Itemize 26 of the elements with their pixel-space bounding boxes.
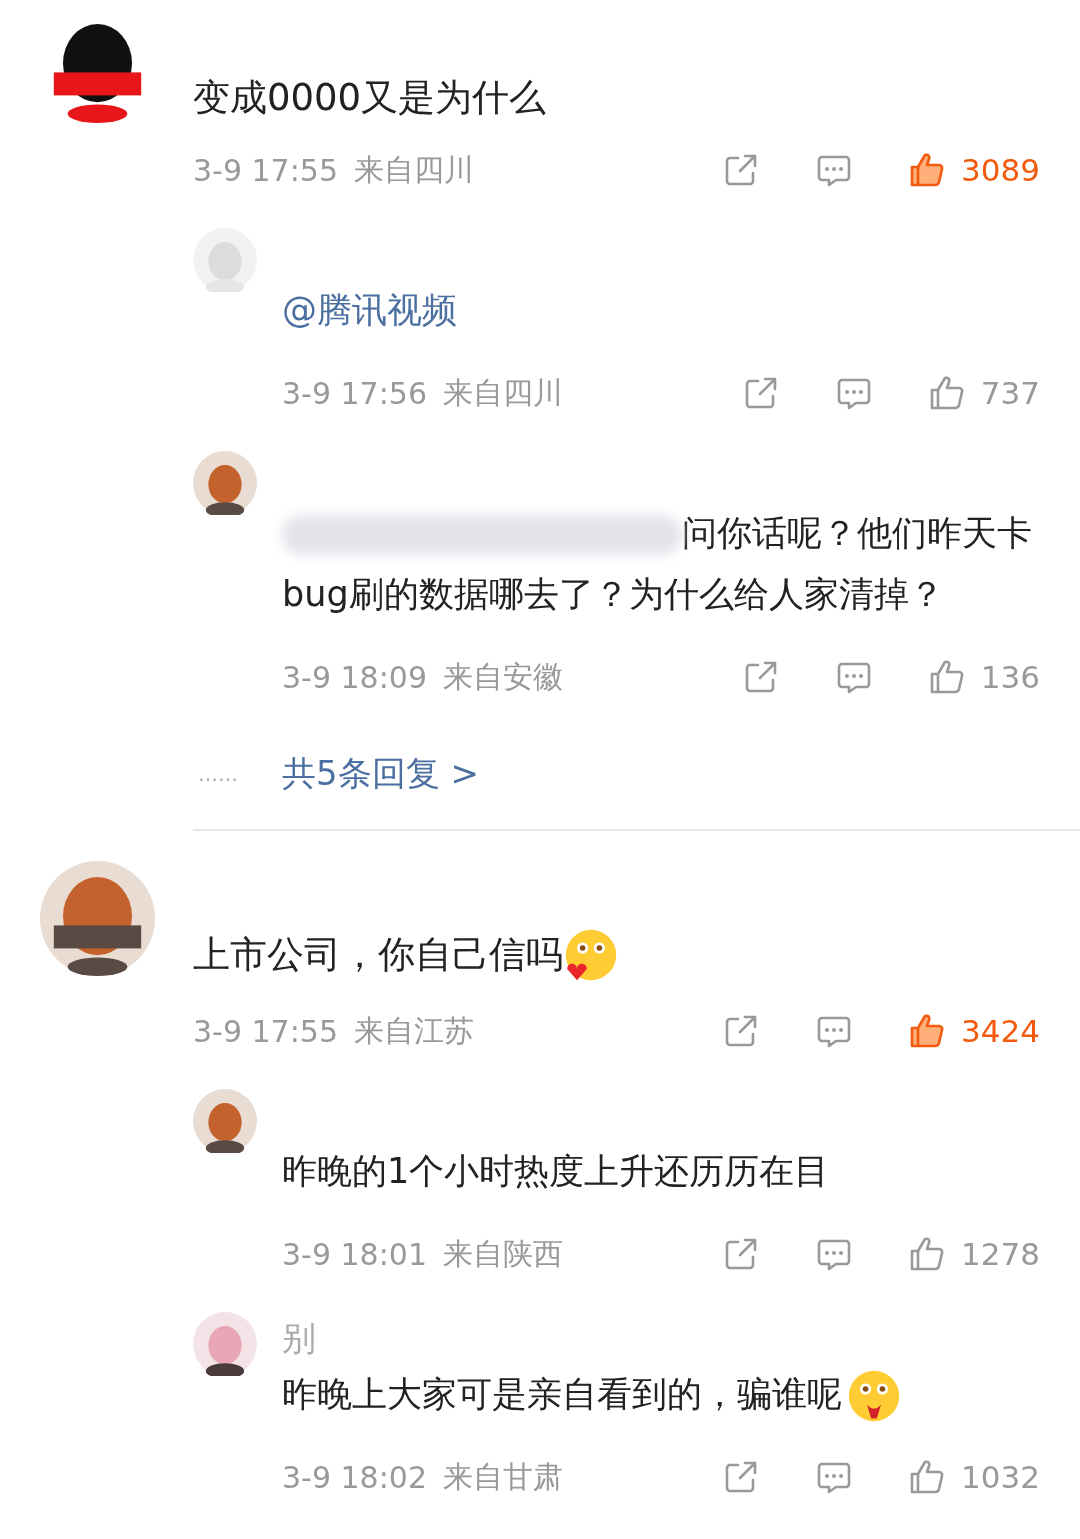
like-count: 1032 bbox=[961, 1459, 1040, 1495]
comment-time: 3-9 17:55 bbox=[193, 1013, 338, 1049]
reply-time: 3-9 18:09 bbox=[282, 659, 427, 695]
more-dots: …… bbox=[198, 762, 239, 786]
comment-location: 来自江苏 bbox=[354, 1011, 474, 1050]
comment-time: 3-9 17:55 bbox=[193, 152, 338, 188]
reply-location: 来自陕西 bbox=[443, 1234, 563, 1273]
comment-location: 来自四川 bbox=[354, 150, 474, 189]
like-count: 1278 bbox=[961, 1236, 1040, 1272]
reply-location: 来自甘肃 bbox=[443, 1457, 563, 1496]
like-count: 136 bbox=[980, 659, 1040, 695]
reply-location: 来自安徽 bbox=[443, 657, 563, 696]
like-count: 3089 bbox=[961, 152, 1040, 188]
like-count: 3424 bbox=[961, 1013, 1040, 1049]
reply-time: 3-9 17:56 bbox=[282, 375, 427, 411]
reply-time: 3-9 18:01 bbox=[282, 1236, 427, 1272]
comment-text: 上市公司，你自己信吗 bbox=[193, 927, 1040, 983]
more-replies-link[interactable]: 共5条回复 > bbox=[282, 751, 479, 797]
mention-link[interactable]: @腾讯视频 bbox=[282, 280, 1040, 341]
reply-text: 问你话呢？他们昨天卡bug刷的数据哪去了？为什么给人家清掉？ bbox=[282, 512, 1033, 616]
like-count: 737 bbox=[980, 375, 1040, 411]
comment-text: 变成0000又是为什么 bbox=[193, 75, 548, 121]
reply-text: 昨晚的1个小时热度上升还历历在目 bbox=[282, 1150, 831, 1193]
reply-time: 3-9 18:02 bbox=[282, 1459, 427, 1495]
reply-location: 来自四川 bbox=[443, 373, 563, 412]
reply-text: 昨晚上大家可是亲自看到的，骗谁呢 bbox=[282, 1364, 1040, 1425]
